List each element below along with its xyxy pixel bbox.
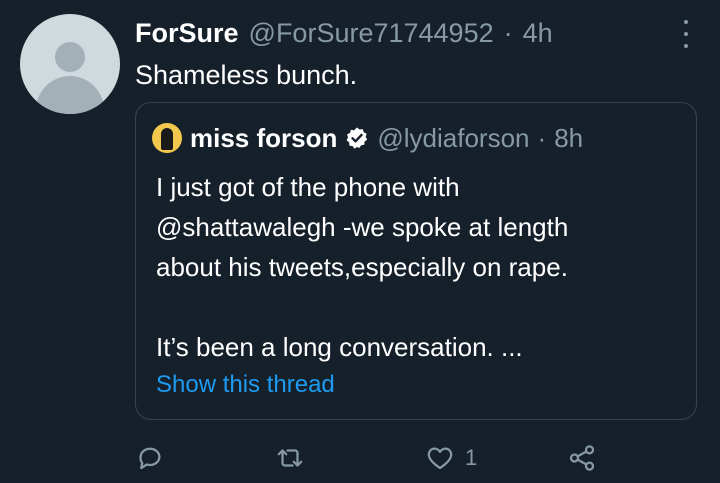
- share-icon: [569, 445, 595, 471]
- tweet-header: ForSure @ForSure71744952 · 4h: [135, 16, 553, 50]
- separator: ·: [503, 17, 513, 48]
- reply-button[interactable]: [135, 440, 165, 476]
- quoted-tweet-text: I just got of the phone with @shattawale…: [156, 167, 686, 367]
- retweet-icon: [277, 449, 303, 467]
- like-icon: [427, 447, 453, 470]
- tweet-actions: 1: [135, 440, 605, 476]
- quoted-avatar: [152, 123, 182, 153]
- show-thread-link[interactable]: Show this thread: [156, 371, 335, 399]
- verified-badge-icon: [346, 127, 368, 149]
- avatar-default-icon: [55, 42, 85, 72]
- quoted-text-line: about his tweets,especially on rape.: [156, 252, 568, 282]
- quoted-tweet-time: 8h: [554, 122, 584, 153]
- avatar[interactable]: [20, 14, 120, 114]
- quoted-tweet-header: miss forson @lydiaforson · 8h: [152, 121, 583, 155]
- tweet-text: Shameless bunch.: [135, 60, 358, 90]
- more-icon[interactable]: [674, 20, 698, 48]
- quoted-display-name: miss forson: [190, 122, 338, 153]
- retweet-button[interactable]: [275, 440, 305, 476]
- tweet-time[interactable]: 4h: [523, 18, 553, 49]
- like-count: 1: [465, 445, 478, 470]
- quoted-text-line: It’s been a long conversation. ...: [156, 332, 523, 362]
- reply-icon: [139, 447, 161, 470]
- quoted-text-line: I just got of the phone with: [156, 172, 460, 202]
- display-name[interactable]: ForSure: [135, 18, 239, 49]
- share-button[interactable]: [567, 440, 597, 476]
- quoted-tweet[interactable]: miss forson @lydiaforson · 8h I just got…: [135, 102, 697, 420]
- like-button[interactable]: 1: [425, 440, 477, 476]
- quoted-text-line: @shattawalegh -we spoke at length: [156, 212, 569, 242]
- user-handle[interactable]: @ForSure71744952: [249, 18, 494, 49]
- quoted-user-handle: @lydiaforson: [377, 122, 530, 153]
- quoted-separator: ·: [537, 122, 547, 153]
